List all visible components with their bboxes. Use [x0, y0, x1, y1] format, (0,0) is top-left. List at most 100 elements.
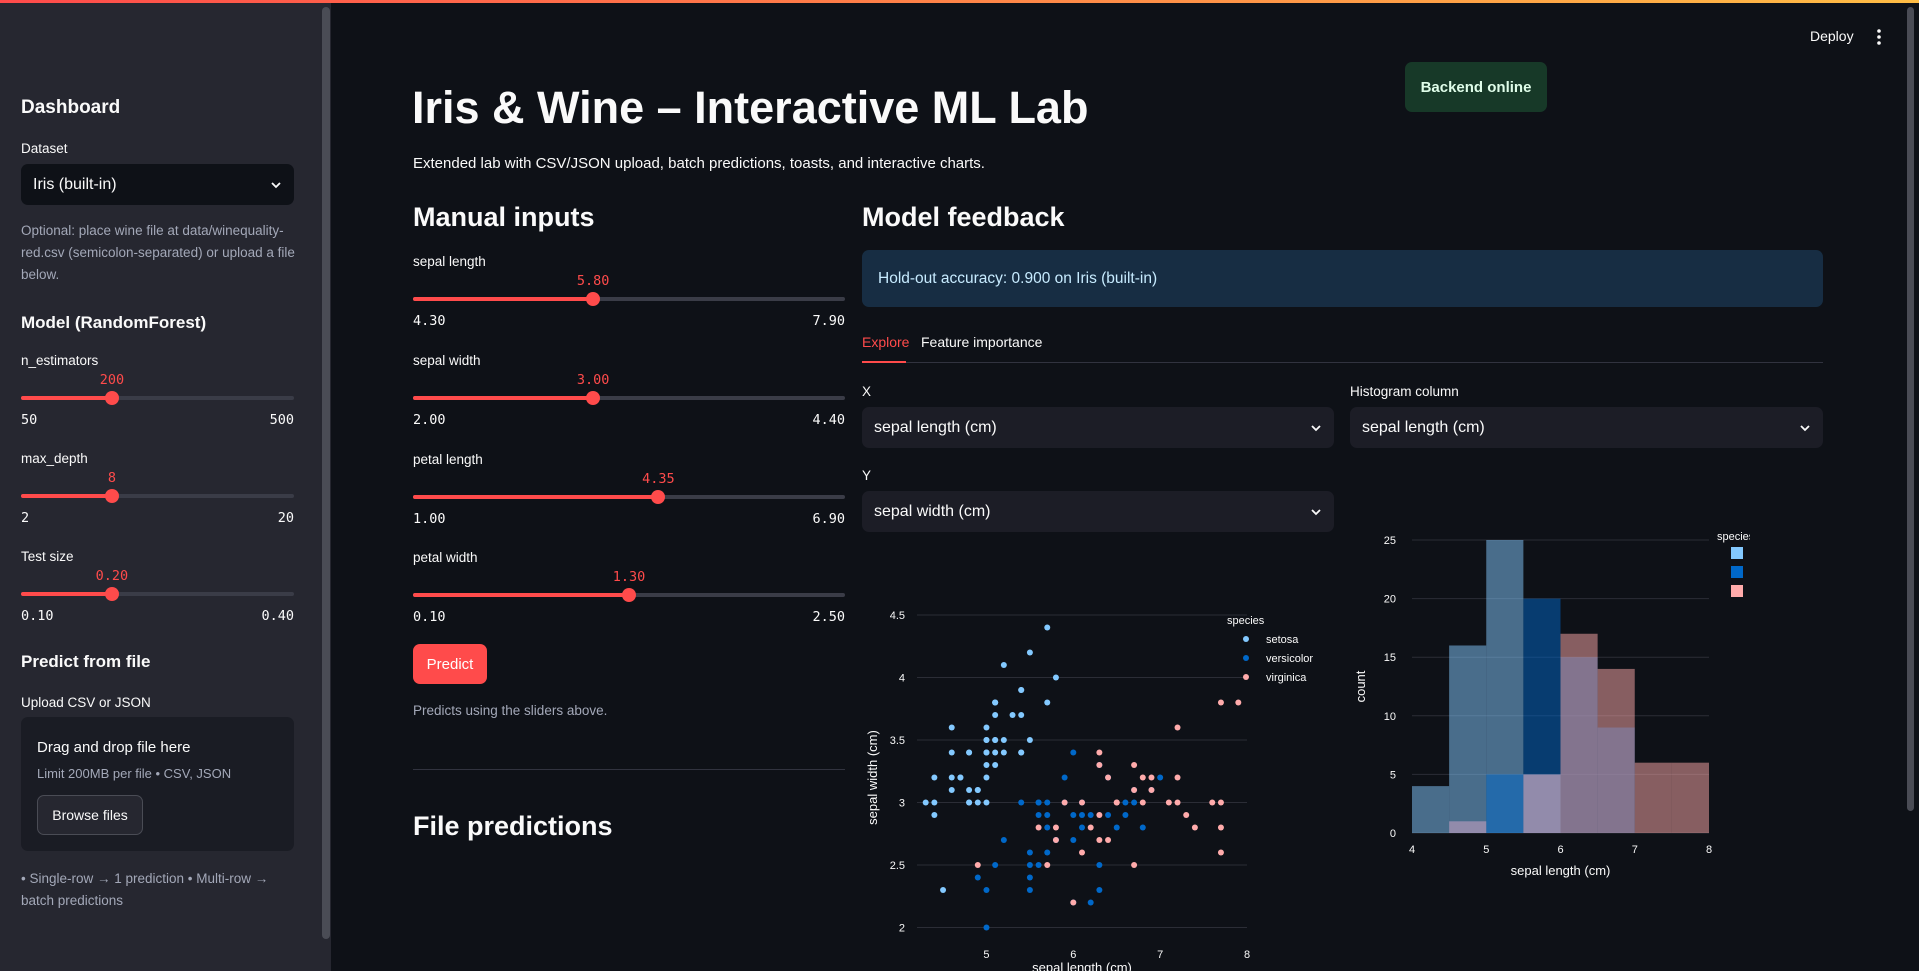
scatter-point-versicolor — [1035, 799, 1042, 806]
histogram-bar-virginica — [1597, 668, 1635, 833]
vertical-dots-icon[interactable] — [1874, 28, 1884, 46]
divider — [413, 769, 845, 770]
y-tick-label: 5 — [1390, 769, 1396, 781]
scatter-point-setosa — [1026, 737, 1033, 743]
scatter-point-virginica — [1174, 774, 1181, 781]
chevron-down-icon — [1311, 508, 1321, 515]
y-tick-label: 2 — [899, 923, 905, 935]
scatter-point-virginica — [1165, 799, 1172, 806]
scatter-point-versicolor — [1087, 812, 1094, 818]
scatter-point-virginica — [1217, 699, 1224, 706]
y-tick-label: 3.5 — [890, 735, 905, 747]
scatter-point-virginica — [1191, 824, 1198, 831]
slider-fill — [21, 494, 112, 498]
scatter-point-virginica — [1183, 812, 1190, 818]
histogram-column-select[interactable]: sepal length (cm) — [1350, 407, 1823, 448]
petal-length-slider[interactable]: 4.35 1.00 6.90 — [413, 463, 845, 527]
scatter-point-setosa — [948, 749, 955, 756]
x-tick-label: 5 — [983, 949, 989, 961]
slider-thumb[interactable] — [104, 391, 119, 405]
scatter-point-setosa — [983, 762, 990, 768]
scatter-point-versicolor — [1096, 862, 1103, 868]
y-tick-label: 10 — [1384, 711, 1396, 723]
slider-thumb[interactable] — [586, 391, 601, 405]
x-tick-label: 6 — [1557, 844, 1563, 856]
scatter-point-virginica — [1052, 837, 1059, 843]
y-axis-select[interactable]: sepal width (cm) — [862, 491, 1334, 532]
histogram-chart[interactable]: 0 5 10 15 20 25 4 5 6 7 8 sepal length (cm) count spe… — [1350, 525, 1750, 896]
sepal-length-slider[interactable]: 5.80 4.30 7.90 — [413, 265, 845, 329]
scatter-point-versicolor — [1070, 812, 1077, 818]
sepal-width-slider[interactable]: 3.00 2.00 4.40 — [413, 364, 845, 428]
sidebar-scrollbar[interactable] — [322, 7, 330, 939]
scatter-point-setosa — [1052, 674, 1059, 681]
scatter-point-versicolor — [1096, 887, 1103, 893]
y-tick-label: 20 — [1384, 594, 1396, 606]
scatter-point-setosa — [922, 799, 929, 806]
deploy-button[interactable]: Deploy — [1810, 28, 1854, 44]
histogram-bar-virginica — [1634, 762, 1672, 833]
dataset-select[interactable]: Iris (built-in) — [21, 164, 294, 205]
scatter-point-virginica — [1148, 774, 1155, 781]
scatter-point-versicolor — [1079, 812, 1085, 818]
slider-thumb[interactable] — [586, 292, 601, 306]
scatter-point-virginica — [1105, 774, 1112, 781]
sidebar-footer-hint: • Single-row → 1 prediction • Multi-row … — [21, 871, 269, 908]
scatter-point-virginica — [1131, 787, 1138, 793]
scatter-point-setosa — [1018, 712, 1025, 718]
scatter-point-setosa — [966, 749, 973, 756]
x-axis-select[interactable]: sepal length (cm) — [862, 407, 1334, 448]
n-estimators-slider[interactable]: 200 50 500 — [21, 364, 294, 428]
y-axis-label: sepal width (cm) — [865, 730, 880, 825]
main-scrollbar[interactable] — [1907, 7, 1914, 811]
slider-thumb[interactable] — [104, 489, 119, 503]
slider-min: 2.00 — [413, 412, 446, 428]
browse-files-button[interactable]: Browse files — [37, 795, 143, 835]
histogram-bar-setosa — [1449, 645, 1487, 833]
scatter-point-virginica — [1174, 724, 1181, 731]
slider-thumb[interactable] — [104, 587, 119, 601]
tab-feature-importance[interactable]: Feature importance — [921, 334, 1042, 350]
tab-divider — [862, 362, 1823, 363]
legend-title: species — [1717, 531, 1750, 543]
manual-inputs-title: Manual inputs — [413, 202, 595, 232]
slider-thumb[interactable] — [622, 588, 636, 602]
slider-fill — [413, 297, 594, 301]
slider-min: 4.30 — [413, 313, 446, 329]
active-tab-indicator — [862, 361, 906, 363]
scatter-point-versicolor — [974, 874, 981, 881]
slider-thumb[interactable] — [651, 490, 666, 504]
backend-status-badge: Backend online — [1405, 62, 1547, 112]
predict-button[interactable]: Predict — [413, 644, 487, 684]
x-tick-label: 7 — [1632, 844, 1638, 856]
scatter-point-virginica — [1052, 824, 1059, 831]
slider-fill — [413, 593, 629, 597]
x-tick-label: 4 — [1409, 844, 1415, 856]
y-tick-label: 15 — [1384, 652, 1396, 664]
scatter-chart[interactable]: 22.533.544.55 6 7 8sepal length (cm)sepal w… — [862, 600, 1337, 971]
slider-value: 3.00 — [576, 372, 610, 388]
scatter-point-setosa — [1018, 749, 1025, 756]
scatter-point-versicolor — [983, 887, 990, 893]
dataset-label: Dataset — [21, 141, 68, 156]
max-depth-slider[interactable]: 8 2 20 — [21, 462, 294, 526]
y-tick-label: 3 — [899, 798, 905, 810]
tab-explore[interactable]: Explore — [862, 334, 909, 350]
scatter-point-setosa — [1044, 699, 1051, 706]
file-dropzone[interactable]: Drag and drop file here Limit 200MB per … — [21, 717, 294, 851]
test-size-slider[interactable]: 0.20 0.10 0.40 — [21, 560, 294, 624]
slider-value: 1.30 — [612, 569, 646, 585]
scatter-point-versicolor — [1026, 887, 1033, 893]
slider-min: 2 — [21, 510, 30, 526]
slider-max: 500 — [269, 412, 294, 428]
slider-max: 6.90 — [812, 511, 845, 527]
histogram-bar-virginica — [1449, 821, 1487, 833]
scatter-point-setosa — [1018, 687, 1025, 693]
scatter-point-setosa — [1000, 662, 1007, 668]
chevron-down-icon — [1800, 424, 1810, 431]
scatter-point-versicolor — [1044, 824, 1051, 831]
scatter-point-versicolor — [1157, 774, 1164, 781]
petal-width-slider[interactable]: 1.30 0.10 2.50 — [413, 561, 845, 625]
histogram-bar-virginica — [1671, 762, 1709, 833]
scatter-point-setosa — [992, 712, 999, 718]
